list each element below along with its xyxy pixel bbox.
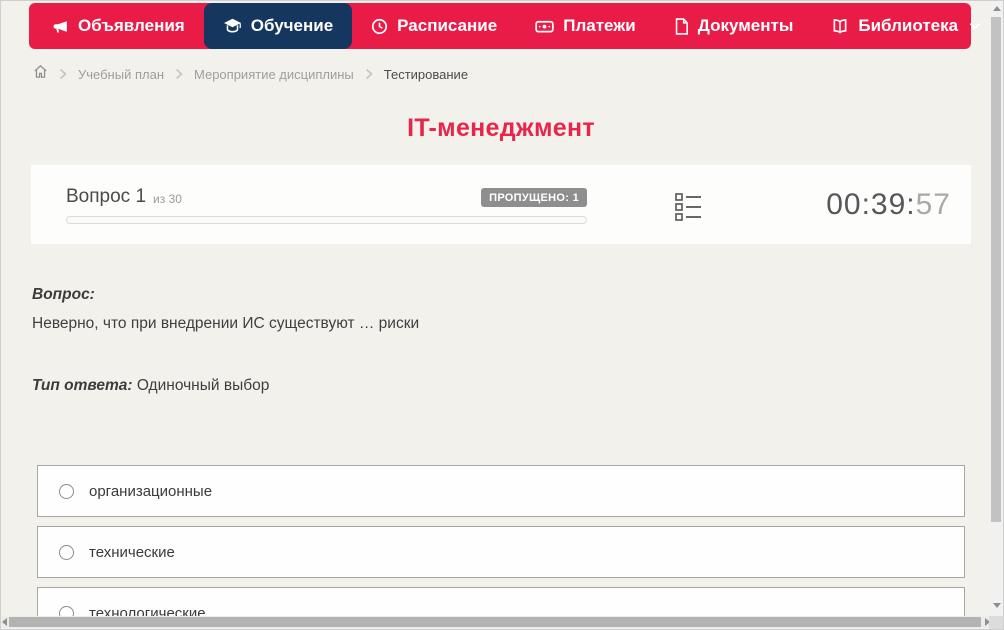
nav-item-label: Платежи: [563, 16, 636, 36]
question-list-icon[interactable]: [675, 192, 702, 227]
answer-type-label: Тип ответа:: [32, 377, 133, 394]
horizontal-scrollbar-thumb[interactable]: [9, 617, 981, 627]
nav-item-schedule[interactable]: Расписание: [352, 3, 516, 49]
vertical-scrollbar[interactable]: [989, 1, 1003, 616]
nav-item-documents[interactable]: Документы: [655, 3, 813, 49]
nav-item-label: Объявления: [78, 16, 185, 36]
chevron-right-icon: [59, 68, 67, 80]
scroll-down-arrow-icon[interactable]: [993, 603, 1001, 608]
answer-type-value: Одиночный выбор: [137, 377, 270, 394]
home-icon[interactable]: [33, 64, 48, 84]
answer-options: организационные технические технологичес…: [37, 465, 965, 630]
radio-button[interactable]: [59, 545, 74, 560]
vertical-scrollbar-thumb[interactable]: [991, 17, 1001, 522]
document-icon: [674, 18, 689, 35]
nav-item-label: Документы: [698, 16, 794, 36]
nav-item-library[interactable]: Библиотека: [812, 3, 1000, 49]
answer-option-1[interactable]: организационные: [37, 465, 965, 517]
page-title: IT-менеджмент: [31, 114, 971, 143]
breadcrumb: Учебный план Мероприятие дисциплины Тест…: [33, 64, 468, 84]
question-text: Неверно, что при внедрении ИС существуют…: [32, 315, 932, 333]
open-book-icon: [831, 18, 849, 35]
chevron-down-icon: [969, 22, 981, 30]
graduation-cap-icon: [223, 18, 242, 35]
clock-icon: [371, 18, 388, 35]
timer-minutes: 00:39:: [826, 188, 915, 221]
question-progress-block: Вопрос 1 из 30 ПРОПУЩЕНО: 1: [66, 186, 587, 224]
breadcrumb-link-discipline-event[interactable]: Мероприятие дисциплины: [194, 67, 354, 82]
scroll-up-arrow-icon[interactable]: [993, 6, 1001, 11]
nav-item-payments[interactable]: Платежи: [516, 3, 655, 49]
nav-item-announcements[interactable]: Объявления: [33, 3, 204, 49]
chevron-right-icon: [175, 68, 183, 80]
breadcrumb-current-testing: Тестирование: [384, 67, 468, 82]
question-total: из 30: [153, 192, 182, 206]
lms-test-page: Объявления Обучение Расписание Платежи Д…: [0, 0, 1004, 630]
nav-item-label: Обучение: [251, 16, 333, 36]
option-label: технические: [89, 544, 175, 561]
megaphone-icon: [52, 18, 69, 35]
horizontal-scrollbar[interactable]: [1, 616, 991, 628]
nav-item-label: Расписание: [397, 16, 497, 36]
question-heading: Вопрос:: [32, 286, 932, 304]
radio-button[interactable]: [59, 484, 74, 499]
option-label: организационные: [89, 483, 212, 500]
timer-seconds: 57: [916, 188, 951, 221]
answer-type-row: Тип ответа: Одиночный выбор: [32, 377, 932, 395]
scroll-left-arrow-icon[interactable]: [2, 618, 7, 626]
answer-option-2[interactable]: технические: [37, 526, 965, 578]
timer: 00:39:57: [826, 188, 951, 222]
banknote-icon: [535, 18, 554, 35]
question-section: Вопрос: Неверно, что при внедрении ИС су…: [32, 286, 932, 395]
breadcrumb-link-curriculum[interactable]: Учебный план: [78, 67, 164, 82]
nav-item-learning[interactable]: Обучение: [204, 3, 352, 49]
question-number: Вопрос 1: [66, 186, 146, 208]
top-navigation: Объявления Обучение Расписание Платежи Д…: [29, 3, 971, 49]
question-header-panel: Вопрос 1 из 30 ПРОПУЩЕНО: 1 00:39:57: [31, 165, 971, 244]
skipped-badge: ПРОПУЩЕНО: 1: [481, 188, 587, 207]
scrollbar-corner: [989, 616, 1003, 630]
chevron-right-icon: [365, 68, 373, 80]
progress-bar: [66, 216, 587, 224]
nav-item-label: Библиотека: [858, 16, 958, 36]
